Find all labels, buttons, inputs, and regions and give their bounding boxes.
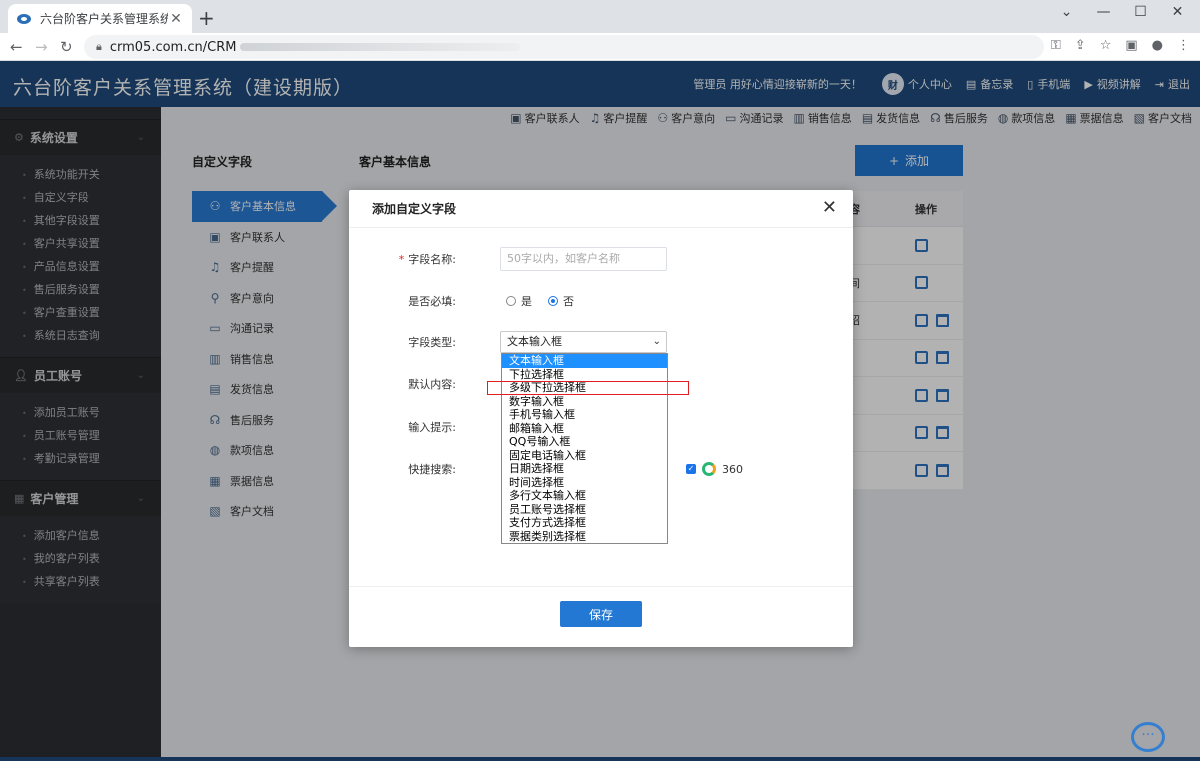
toolbar-icons: ⚿ ⇪ ☆ ▣ ● ⋮ — [1051, 38, 1190, 53]
url-blurred-part — [240, 43, 521, 51]
address-bar[interactable]: 🔒︎ crm05.com.cn/CRM — [84, 35, 1044, 59]
quick-search-360: ✓ 360 — [686, 462, 743, 476]
close-icon[interactable]: ✕ — [822, 197, 837, 218]
site-favicon-icon — [16, 11, 32, 27]
radio-icon — [506, 296, 516, 306]
bookmark-star-icon[interactable]: ☆ — [1100, 38, 1112, 53]
save-button[interactable]: 保存 — [560, 601, 642, 627]
key-icon[interactable]: ⚿ — [1051, 38, 1061, 53]
minimize-icon[interactable]: — — [1085, 4, 1122, 20]
profile-icon[interactable]: ● — [1152, 38, 1163, 53]
browser-tab[interactable]: 六台阶客户关系管理系统（建设期 ✕ — [8, 4, 192, 33]
required-row: 是否必填: 是 否 — [349, 293, 590, 309]
quick-search-row: 快捷搜索: — [349, 461, 468, 477]
share-icon[interactable]: ⇪ — [1075, 38, 1086, 53]
dialog-divider — [349, 586, 853, 587]
back-icon[interactable]: ← — [10, 38, 23, 56]
field-name-label: 字段名称: — [408, 253, 456, 266]
checkbox-checked-icon[interactable]: ✓ — [686, 464, 696, 474]
browser-tab-strip: 六台阶客户关系管理系统（建设期 ✕ + ⌄ — ☐ ✕ — [0, 0, 1200, 33]
reload-icon[interactable]: ↻ — [60, 38, 73, 56]
window-close-icon[interactable]: ✕ — [1159, 4, 1196, 20]
highlight-box — [487, 381, 689, 395]
dropdown-option[interactable]: 员工账号选择框 — [502, 503, 667, 517]
sidepanel-icon[interactable]: ▣ — [1125, 38, 1137, 53]
required-label: 是否必填: — [408, 295, 456, 308]
maximize-icon[interactable]: ☐ — [1122, 4, 1159, 20]
dropdown-option[interactable]: 数字输入框 — [502, 395, 667, 409]
dropdown-option[interactable]: 下拉选择框 — [502, 368, 667, 382]
lock-icon: 🔒︎ — [96, 40, 102, 53]
dropdown-option[interactable]: 支付方式选择框 — [502, 516, 667, 530]
field-type-label: 字段类型: — [408, 336, 456, 349]
window-controls: ⌄ — ☐ ✕ — [1048, 4, 1196, 20]
dropdown-option[interactable]: 多行文本输入框 — [502, 489, 667, 503]
forward-icon[interactable]: → — [35, 38, 48, 56]
field-type-select[interactable]: 文本输入框 ⌄ — [500, 331, 667, 353]
input-hint-label: 输入提示: — [408, 421, 456, 434]
dropdown-option[interactable]: 日期选择框 — [502, 462, 667, 476]
dropdown-option[interactable]: 手机号输入框 — [502, 408, 667, 422]
dropdown-option[interactable]: 票据类别选择框 — [502, 530, 667, 544]
field-type-row: 字段类型: 文本输入框 ⌄ — [349, 331, 667, 353]
chevron-down-icon: ⌄ — [652, 336, 661, 347]
360-logo-icon — [702, 462, 716, 476]
menu-icon[interactable]: ⋮ — [1177, 38, 1190, 53]
quick-search-label: 快捷搜索: — [408, 463, 456, 476]
default-content-row: 默认内容: — [349, 376, 468, 392]
chat-support-icon[interactable]: ··· — [1131, 722, 1165, 752]
radio-checked-icon — [548, 296, 558, 306]
url-text: crm05.com.cn/CRM — [109, 39, 237, 55]
field-name-row: * 字段名称: 50字以内，如客户名称 — [349, 247, 667, 271]
new-tab-button[interactable]: + — [198, 8, 215, 28]
required-asterisk: * — [398, 253, 405, 266]
default-content-label: 默认内容: — [408, 378, 456, 391]
tab-title: 六台阶客户关系管理系统（建设期 — [40, 12, 168, 26]
dropdown-option[interactable]: 文本输入框 — [502, 354, 667, 368]
required-no-radio[interactable]: 否 — [548, 293, 574, 309]
dialog-title: 添加自定义字段 — [349, 190, 853, 228]
dropdown-option[interactable]: QQ号输入框 — [502, 435, 667, 449]
tab-close-icon[interactable]: ✕ — [168, 11, 184, 27]
required-yes-radio[interactable]: 是 — [506, 293, 532, 309]
field-name-input[interactable]: 50字以内，如客户名称 — [500, 247, 667, 271]
dropdown-option[interactable]: 时间选择框 — [502, 476, 667, 490]
dropdown-option[interactable]: 固定电话输入框 — [502, 449, 667, 463]
tab-search-icon[interactable]: ⌄ — [1048, 4, 1085, 20]
input-hint-row: 输入提示: — [349, 419, 468, 435]
dropdown-option[interactable]: 邮箱输入框 — [502, 422, 667, 436]
browser-toolbar: ← → ↻ 🔒︎ crm05.com.cn/CRM ⚿ ⇪ ☆ ▣ ● ⋮ — [0, 33, 1200, 61]
